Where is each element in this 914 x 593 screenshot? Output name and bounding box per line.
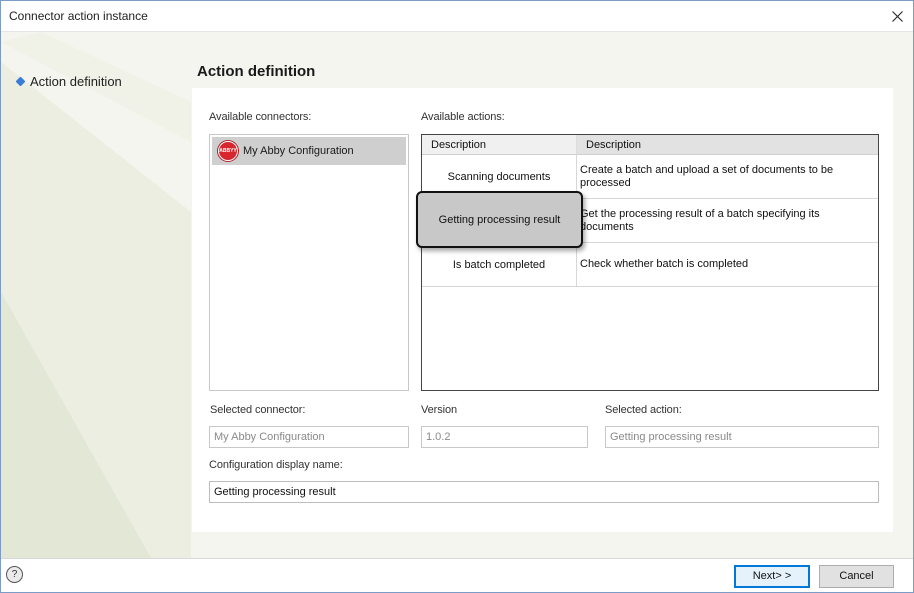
available-connectors-label: Available connectors: [209,111,312,123]
selected-connector-field: My Abby Configuration [209,426,409,448]
action-description-cell: Check whether batch is completed [580,258,749,270]
nav-item-action-definition[interactable]: Action definition [15,74,122,89]
actions-table[interactable]: Description Description Scanning documen… [421,134,879,391]
close-button[interactable] [881,1,913,31]
title-bar[interactable]: Connector action instance [1,1,913,32]
action-definition-panel: Available connectors: ABBYY My Abby Conf… [192,88,893,532]
window-title: Connector action instance [9,9,148,23]
close-icon [891,10,903,22]
nav-item-label: Action definition [30,74,122,89]
help-icon[interactable]: ? [6,566,23,583]
next-button[interactable]: Next> > [734,565,810,588]
version-field: 1.0.2 [421,426,588,448]
available-actions-label: Available actions: [421,111,505,123]
abbyy-logo-icon: ABBYY [218,141,238,161]
cancel-button[interactable]: Cancel [819,565,894,588]
action-name-cell: Is batch completed [422,243,577,286]
connector-item[interactable]: ABBYY My Abby Configuration [212,137,406,165]
connector-item-label: My Abby Configuration [243,145,354,157]
action-description-cell: Create a batch and upload a set of docum… [580,163,834,189]
column-header-description-2[interactable]: Description [577,135,878,155]
display-name-input[interactable]: Getting processing result [209,481,879,503]
column-header-description[interactable]: Description [422,135,577,155]
selected-action-label: Selected action: [605,404,682,416]
version-label: Version [421,404,457,416]
selected-action-cell[interactable]: Getting processing result [416,191,583,248]
connectors-list[interactable]: ABBYY My Abby Configuration [209,134,409,391]
table-row[interactable]: Is batch completed Check whether batch i… [422,243,878,287]
table-header: Description Description [422,135,878,155]
display-name-label: Configuration display name: [209,459,343,471]
footer-bar: ? Next> > Cancel [1,558,913,592]
action-description-cell: Get the processing result of a batch spe… [580,207,820,233]
dialog-window: Connector action instance Action definit… [0,0,914,593]
selected-action-field: Getting processing result [605,426,879,448]
selected-connector-label: Selected connector: [210,404,306,416]
dialog-body: Action definition Action definition Avai… [1,32,913,558]
diamond-bullet-icon [15,76,26,87]
section-title: Action definition [197,63,316,80]
